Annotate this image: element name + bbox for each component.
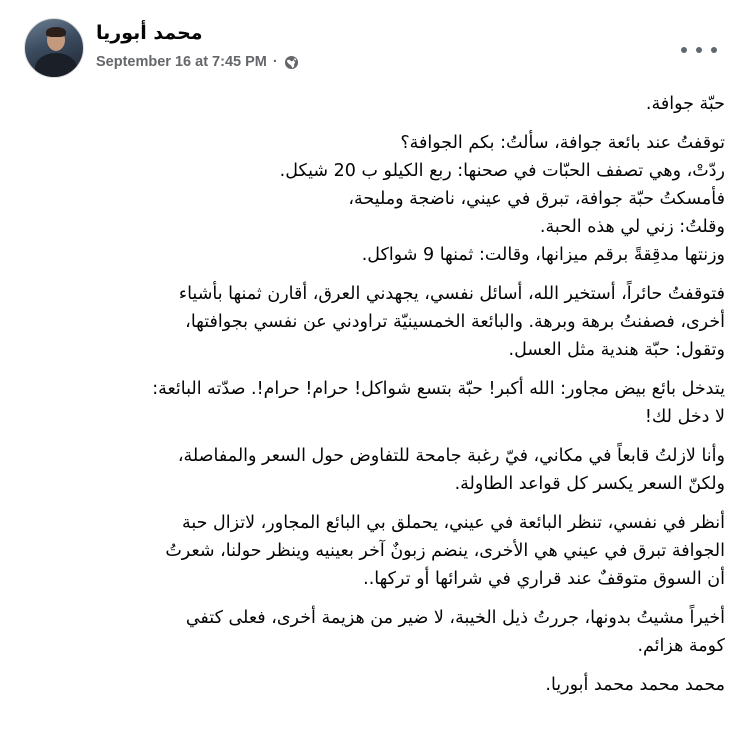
more-dot-icon	[711, 47, 717, 53]
paragraph-7: أخيراً مشيتُ بدونها، جررتُ ذيل الخيبة، ل…	[24, 604, 725, 660]
text-line: فأمسكتُ حبّة جوافة، تبرق في عيني، ناضجة …	[348, 189, 725, 209]
text-line: أن السوق متوقفٌ عند قراري في شرائها أو ت…	[363, 569, 725, 589]
paragraph-6: أنظر في نفسي، تنظر البائعة في عيني، يحمل…	[24, 509, 725, 593]
text-line: محمد محمد محمد أبوريا.	[545, 675, 725, 695]
avatar-hair	[46, 27, 66, 37]
more-options-button[interactable]	[681, 38, 717, 62]
post-meta: September 16 at 7:45 PM ·	[96, 54, 299, 70]
paragraph-4: يتدخل بائع بيض مجاور: الله أكبر! حبّة بت…	[24, 375, 725, 431]
text-line: أخيراً مشيتُ بدونها، جررتُ ذيل الخيبة، ل…	[185, 608, 725, 628]
text-line: وزنتها مدقِقةً برقم ميزانها، وقالت: ثمنه…	[361, 245, 725, 265]
more-dot-icon	[681, 47, 687, 53]
author-avatar[interactable]	[24, 18, 84, 78]
more-dot-icon	[696, 47, 702, 53]
paragraph-1: حبّة جوافة.	[24, 90, 725, 118]
paragraph-3: فتوقفتُ حائراً، أستخير الله، أسائل نفسي،…	[24, 280, 725, 364]
author-name[interactable]: محمد أبوريا	[96, 22, 203, 44]
text-line: يتدخل بائع بيض مجاور: الله أكبر! حبّة بت…	[152, 379, 725, 399]
text-line: الجوافة تبرق في عيني هي الأخرى، ينضم زبو…	[165, 541, 725, 561]
paragraph-8: محمد محمد محمد أبوريا.	[24, 671, 725, 699]
text-line: لا دخل لك!	[644, 407, 725, 427]
text-line: توقفتُ عند بائعة جوافة، سألتُ: بكم الجوا…	[400, 133, 725, 153]
meta-separator: ·	[272, 54, 278, 70]
paragraph-2: توقفتُ عند بائعة جوافة، سألتُ: بكم الجوا…	[24, 129, 725, 269]
globe-icon[interactable]	[284, 55, 299, 70]
text-line: حبّة جوافة.	[645, 94, 725, 114]
paragraph-5: وأنا لازلتُ قابعاً في مكاني، فيّ رغبة جا…	[24, 442, 725, 498]
post-body: حبّة جوافة. توقفتُ عند بائعة جوافة، سألت…	[24, 90, 725, 710]
text-line: أنظر في نفسي، تنظر البائعة في عيني، يحمل…	[181, 513, 725, 533]
post-timestamp[interactable]: September 16 at 7:45 PM	[96, 54, 267, 70]
text-line: ردّتْ، وهي تصفف الحبّات في صحنها: ربع ال…	[279, 161, 725, 181]
avatar-shoulders	[35, 53, 77, 77]
facebook-post: محمد أبوريا September 16 at 7:45 PM · حب…	[0, 0, 751, 744]
text-line: وأنا لازلتُ قابعاً في مكاني، فيّ رغبة جا…	[177, 446, 725, 466]
post-header: محمد أبوريا September 16 at 7:45 PM ·	[24, 14, 727, 82]
text-line: فتوقفتُ حائراً، أستخير الله، أسائل نفسي،…	[178, 284, 725, 304]
text-line: كومة هزائم.	[637, 636, 725, 656]
text-line: ولكنّ السعر يكسر كل قواعد الطاولة.	[454, 474, 725, 494]
text-line: وقلتُ: زني لي هذه الحبة.	[539, 217, 725, 237]
text-line: وتقول: حبّة هندية مثل العسل.	[508, 340, 725, 360]
text-line: أخرى، فصفنتُ برهة وبرهة. والبائعة الخمسي…	[185, 312, 725, 332]
